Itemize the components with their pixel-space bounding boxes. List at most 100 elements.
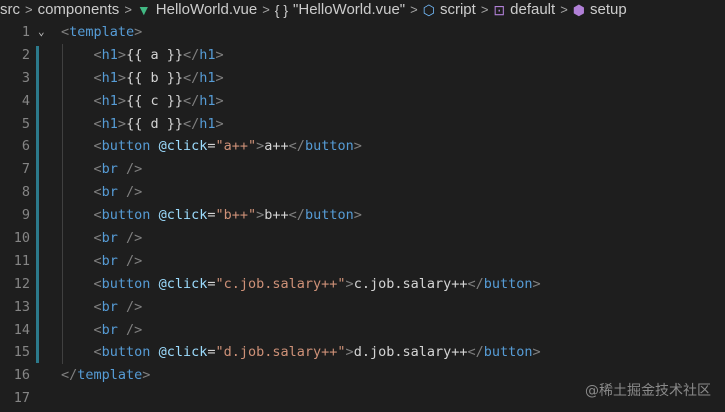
breadcrumb-item[interactable]: src xyxy=(0,0,20,20)
code-text: <template> xyxy=(61,21,142,44)
line-number: 9 xyxy=(21,207,30,224)
line-number: 4 xyxy=(21,92,30,109)
line-number: 15 xyxy=(13,344,30,361)
code-token: > xyxy=(345,344,354,361)
code-text: <br /> xyxy=(61,227,143,250)
code-token: h1 xyxy=(101,115,118,132)
code-token: < xyxy=(93,115,102,132)
breadcrumb-label: script xyxy=(439,1,476,18)
code-line[interactable]: 10 <br /> xyxy=(0,227,725,250)
code-token: < xyxy=(93,161,102,178)
code-token: h1 xyxy=(101,92,118,109)
code-token: = xyxy=(207,344,216,361)
code-token: @click xyxy=(158,344,208,361)
breadcrumb-label: "HelloWorld.vue" xyxy=(293,1,406,18)
code-line[interactable]: 7 <br /> xyxy=(0,158,725,181)
code-token: </ xyxy=(182,92,200,109)
code-token: {{ c }} xyxy=(126,92,183,109)
code-token: br xyxy=(101,230,118,247)
code-token: button xyxy=(304,138,354,155)
code-token: < xyxy=(93,298,102,315)
code-token: button xyxy=(101,344,151,361)
code-text: <button @click="d.job.salary++">d.job.sa… xyxy=(61,341,541,364)
code-text: <button @click="c.job.salary++">c.job.sa… xyxy=(61,273,541,296)
code-token: > xyxy=(117,92,127,109)
breadcrumb-label: setup xyxy=(590,1,627,18)
code-token: "c.job.salary++" xyxy=(215,275,346,292)
code-token: > xyxy=(117,46,127,63)
code-token: h1 xyxy=(199,92,216,109)
code-token: </ xyxy=(467,275,484,292)
breadcrumb-item[interactable]: { } "HelloWorld.vue" xyxy=(275,0,405,20)
code-token: h1 xyxy=(199,46,216,63)
code-text: <button @click="b++">b++</button> xyxy=(61,204,362,227)
fold-chevron-icon[interactable]: ⌄ xyxy=(38,21,45,44)
breadcrumb-label: src xyxy=(0,1,20,18)
breadcrumb-item[interactable]: ⬢ setup xyxy=(573,0,627,20)
code-token: /> xyxy=(117,161,143,178)
line-number: 17 xyxy=(13,390,30,407)
line-number: 13 xyxy=(13,298,30,315)
code-token: /> xyxy=(117,321,143,338)
code-token: b++ xyxy=(264,207,289,224)
breadcrumb-item[interactable]: ⬡ script xyxy=(423,0,476,20)
code-token: > xyxy=(215,115,224,132)
breadcrumb-item[interactable]: ▼ HelloWorld.vue xyxy=(137,0,257,20)
code-token: </ xyxy=(61,367,78,384)
vue-icon: ▼ xyxy=(136,2,151,18)
code-token: template xyxy=(69,24,135,40)
code-line[interactable]: 12 <button @click="c.job.salary++">c.job… xyxy=(0,273,725,296)
breadcrumb-label: components xyxy=(37,1,120,18)
code-line[interactable]: 15 <button @click="d.job.salary++">d.job… xyxy=(0,341,725,364)
code-text: <br /> xyxy=(61,296,143,319)
code-line[interactable]: 3 <h1>{{ b }}</h1> xyxy=(0,67,725,90)
code-line[interactable]: 13 <br /> xyxy=(0,296,725,319)
code-token: < xyxy=(61,24,70,40)
code-token: button xyxy=(483,275,533,292)
breadcrumb-item[interactable]: components xyxy=(38,0,120,20)
line-number: 3 xyxy=(21,69,30,86)
line-number: 5 xyxy=(21,115,30,132)
breadcrumb-label: HelloWorld.vue xyxy=(155,1,258,18)
code-line[interactable]: 4 <h1>{{ c }}</h1> xyxy=(0,90,725,113)
code-token: > xyxy=(215,69,224,86)
code-line[interactable]: 1 ⌄ <template> xyxy=(0,21,725,44)
code-text: <button @click="a++">a++</button> xyxy=(61,135,362,158)
code-line[interactable]: 5 <h1>{{ d }}</h1> xyxy=(0,113,725,136)
code-token: @click xyxy=(158,275,208,292)
code-token: {{ a }} xyxy=(126,46,183,63)
code-token: button xyxy=(304,207,354,224)
code-editor[interactable]: 1 ⌄ <template> 2 <h1>{{ a }}</h1> 3 <h1>{{ b… xyxy=(0,21,725,410)
code-line[interactable]: 14 <br /> xyxy=(0,319,725,342)
code-line[interactable]: 6 <button @click="a++">a++</button> xyxy=(0,135,725,158)
code-line[interactable]: 2 <h1>{{ a }}</h1> xyxy=(0,44,725,67)
code-token: template xyxy=(77,367,143,384)
code-text: <h1>{{ c }}</h1> xyxy=(61,90,224,113)
code-token: {{ d }} xyxy=(126,115,183,132)
code-token: "b++" xyxy=(215,207,257,224)
code-token: @click xyxy=(158,207,208,224)
code-token: button xyxy=(101,207,151,224)
watermark: @稀土掘金技术社区 xyxy=(585,383,711,399)
code-token: h1 xyxy=(101,46,118,63)
code-line[interactable]: 11 <br /> xyxy=(0,250,725,273)
code-line[interactable]: 9 <button @click="b++">b++</button> xyxy=(0,204,725,227)
code-token: br xyxy=(101,252,118,269)
breadcrumb-item[interactable]: ⊡ default xyxy=(493,0,555,20)
code-token: > xyxy=(215,92,224,109)
braces-icon: { } xyxy=(274,2,289,18)
code-token: > xyxy=(215,46,224,63)
code-line[interactable]: 8 <br /> xyxy=(0,181,725,204)
code-token: < xyxy=(93,69,102,86)
code-token: br xyxy=(101,184,118,201)
